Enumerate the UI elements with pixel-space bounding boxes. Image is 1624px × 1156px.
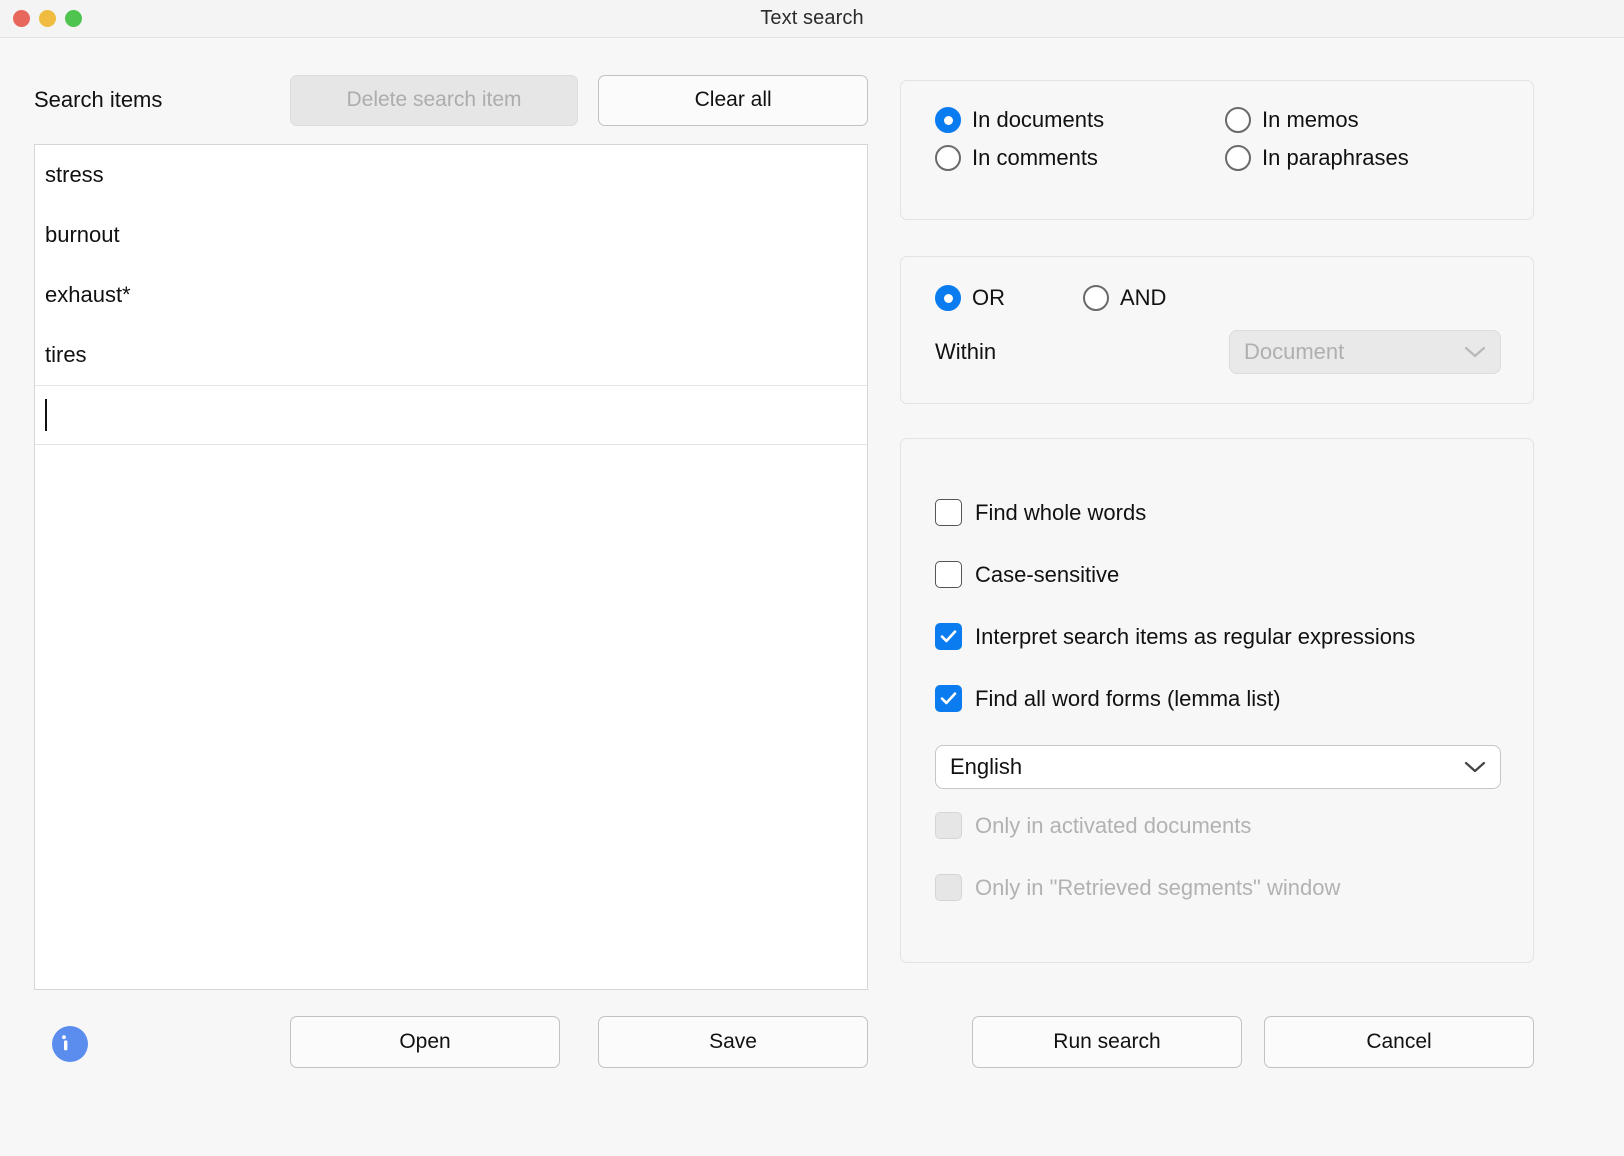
checkbox-indicator-case-sensitive — [935, 561, 962, 588]
scope-radio-group: In documents In memos In comments In par… — [935, 107, 1409, 171]
new-search-item-input[interactable] — [35, 385, 867, 445]
checkbox-label: Only in "Retrieved segments" window — [975, 874, 1341, 900]
checkbox-regex[interactable]: Interpret search items as regular expres… — [935, 623, 1415, 650]
checkbox-indicator-lemma — [935, 685, 962, 712]
radio-label: OR — [972, 285, 1005, 310]
radio-indicator-in-documents — [935, 107, 961, 133]
title-bar: Text search — [0, 0, 1624, 38]
radio-in-memos[interactable]: In memos — [1225, 107, 1409, 133]
text-search-dialog: Text search Search items Delete search i… — [0, 0, 1624, 1156]
radio-in-paraphrases[interactable]: In paraphrases — [1225, 145, 1409, 171]
list-item[interactable]: tires — [35, 325, 867, 385]
checkbox-label: Only in activated documents — [975, 812, 1252, 838]
radio-indicator-in-memos — [1225, 107, 1251, 133]
language-select-value: English — [950, 754, 1023, 779]
open-button[interactable]: Open — [290, 1016, 560, 1068]
minimize-button[interactable] — [39, 10, 56, 27]
radio-or[interactable]: OR — [935, 285, 1083, 311]
checkbox-only-activated-documents: Only in activated documents — [935, 812, 1251, 839]
search-options-pane: In documents In memos In comments In par… — [900, 38, 1534, 1156]
language-select[interactable]: English — [935, 745, 1501, 789]
scope-panel: In documents In memos In comments In par… — [900, 80, 1534, 220]
radio-label: In comments — [972, 145, 1098, 170]
within-select-value: Document — [1244, 339, 1345, 364]
radio-indicator-and — [1083, 285, 1109, 311]
radio-label: In paraphrases — [1262, 145, 1409, 170]
radio-in-comments[interactable]: In comments — [935, 145, 1225, 171]
checkbox-label: Find whole words — [975, 499, 1147, 525]
radio-indicator-in-comments — [935, 145, 961, 171]
checkbox-label: Case-sensitive — [975, 561, 1120, 587]
window-controls — [13, 0, 82, 37]
checkbox-find-whole-words[interactable]: Find whole words — [935, 499, 1146, 526]
clear-all-button[interactable]: Clear all — [598, 74, 868, 126]
left-footer: Open Save — [34, 1016, 868, 1076]
radio-label: In documents — [972, 107, 1105, 132]
text-caret — [45, 399, 47, 431]
radio-in-documents[interactable]: In documents — [935, 107, 1225, 133]
chevron-down-icon — [1464, 754, 1486, 780]
list-item[interactable]: stress — [35, 145, 867, 205]
delete-search-item-button[interactable]: Delete search item — [289, 74, 579, 126]
checkbox-indicator-only-retrieved-segments — [935, 874, 962, 901]
run-search-button[interactable]: Run search — [972, 1016, 1242, 1068]
within-label: Within — [935, 339, 997, 364]
checkbox-indicator-regex — [935, 623, 962, 650]
checkbox-lemma[interactable]: Find all word forms (lemma list) — [935, 685, 1281, 712]
radio-label: AND — [1120, 285, 1167, 310]
within-row: Within Document — [935, 330, 1501, 374]
radio-label: In memos — [1262, 107, 1359, 132]
maximize-button[interactable] — [65, 10, 82, 27]
dialog-body: Search items Delete search item Clear al… — [0, 38, 1624, 1156]
logic-panel: OR AND Within Document — [900, 256, 1534, 404]
right-footer: Run search Cancel — [900, 1016, 1534, 1076]
cancel-button[interactable]: Cancel — [1264, 1016, 1534, 1068]
search-items-label: Search items — [34, 87, 163, 112]
radio-indicator-in-paraphrases — [1225, 145, 1251, 171]
search-items-pane: Search items Delete search item Clear al… — [34, 38, 868, 1156]
checkbox-indicator-only-activated-documents — [935, 812, 962, 839]
radio-indicator-or — [935, 285, 961, 311]
checkbox-label: Interpret search items as regular expres… — [975, 623, 1416, 649]
search-items-header: Search items Delete search item Clear al… — [34, 74, 868, 126]
save-button[interactable]: Save — [598, 1016, 868, 1068]
checkbox-case-sensitive[interactable]: Case-sensitive — [935, 561, 1119, 588]
checkbox-label: Find all word forms (lemma list) — [975, 685, 1281, 711]
close-button[interactable] — [13, 10, 30, 27]
within-select[interactable]: Document — [1229, 330, 1501, 374]
checkbox-indicator-find-whole-words — [935, 499, 962, 526]
list-item[interactable]: burnout — [35, 205, 867, 265]
logic-radio-group: OR AND — [935, 285, 1166, 311]
search-items-list[interactable]: stress burnout exhaust* tires — [34, 144, 868, 990]
list-item[interactable]: exhaust* — [35, 265, 867, 325]
checkbox-only-retrieved-segments: Only in "Retrieved segments" window — [935, 874, 1340, 901]
chevron-down-icon — [1464, 339, 1486, 365]
window-title: Text search — [760, 7, 864, 29]
options-panel: Find whole words Case-sensitive Interpre… — [900, 438, 1534, 963]
radio-and[interactable]: AND — [1083, 285, 1166, 311]
